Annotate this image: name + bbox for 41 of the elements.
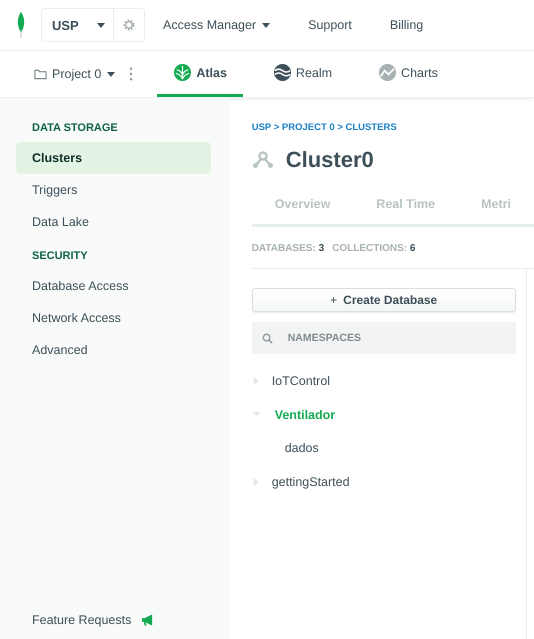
leaf-icon — [173, 63, 192, 82]
sidebar-item[interactable]: Advanced — [16, 334, 211, 366]
search-icon — [262, 333, 273, 344]
create-database-button[interactable]: + Create Database — [252, 288, 516, 312]
nav-menu[interactable]: Support — [308, 18, 352, 32]
stat-text: COLLECTIONS: 6 — [332, 243, 416, 254]
database-item[interactable]: IoTControl — [272, 374, 330, 388]
expand-arrow-icon[interactable] — [252, 477, 261, 487]
nav-menu[interactable]: Access Manager — [163, 18, 256, 32]
app-tab[interactable]: Charts — [362, 51, 454, 97]
sidebar-item[interactable]: Triggers — [16, 174, 211, 206]
section-heading: SECURITY — [31, 249, 89, 264]
search-field[interactable]: NAMESPACES — [252, 322, 516, 354]
stat-text: DATABASES: 3 — [252, 243, 324, 254]
database-item[interactable]: gettingStarted — [272, 475, 350, 489]
organization-selector[interactable]: USP — [41, 8, 113, 42]
app-tab[interactable]: Realm — [256, 51, 348, 97]
project-selector[interactable]: Project 0 — [34, 51, 116, 97]
more-icon[interactable] — [129, 67, 134, 81]
sidebar-item[interactable]: Data Lake — [16, 206, 211, 238]
expand-arrow-icon[interactable] — [252, 376, 261, 386]
cluster-title: Cluster0 — [286, 147, 374, 173]
cluster-icon — [252, 151, 274, 169]
breadcrumb[interactable]: USP > PROJECT 0 > CLUSTERS — [252, 122, 534, 133]
sidebar-item[interactable]: Database Access — [16, 270, 211, 302]
settings-button[interactable] — [113, 8, 145, 42]
megaphone-icon — [141, 614, 154, 626]
sidebar-item[interactable]: Network Access — [16, 302, 211, 334]
wave-icon — [272, 63, 292, 82]
chart-icon — [378, 63, 398, 82]
collection-item[interactable]: dados — [252, 432, 516, 465]
feature-requests-link[interactable]: Feature Requests — [32, 613, 132, 627]
settings-icon — [122, 18, 136, 32]
sidebar-item[interactable]: Clusters — [16, 142, 211, 174]
section-heading: DATA STORAGE — [31, 121, 119, 136]
folder-icon — [34, 68, 47, 80]
leaf-logo-icon[interactable] — [15, 11, 27, 39]
caret-icon — [107, 72, 116, 76]
caret-icon[interactable] — [262, 22, 270, 28]
caret-icon — [97, 22, 105, 28]
nav-menu[interactable]: Billing — [390, 18, 424, 32]
